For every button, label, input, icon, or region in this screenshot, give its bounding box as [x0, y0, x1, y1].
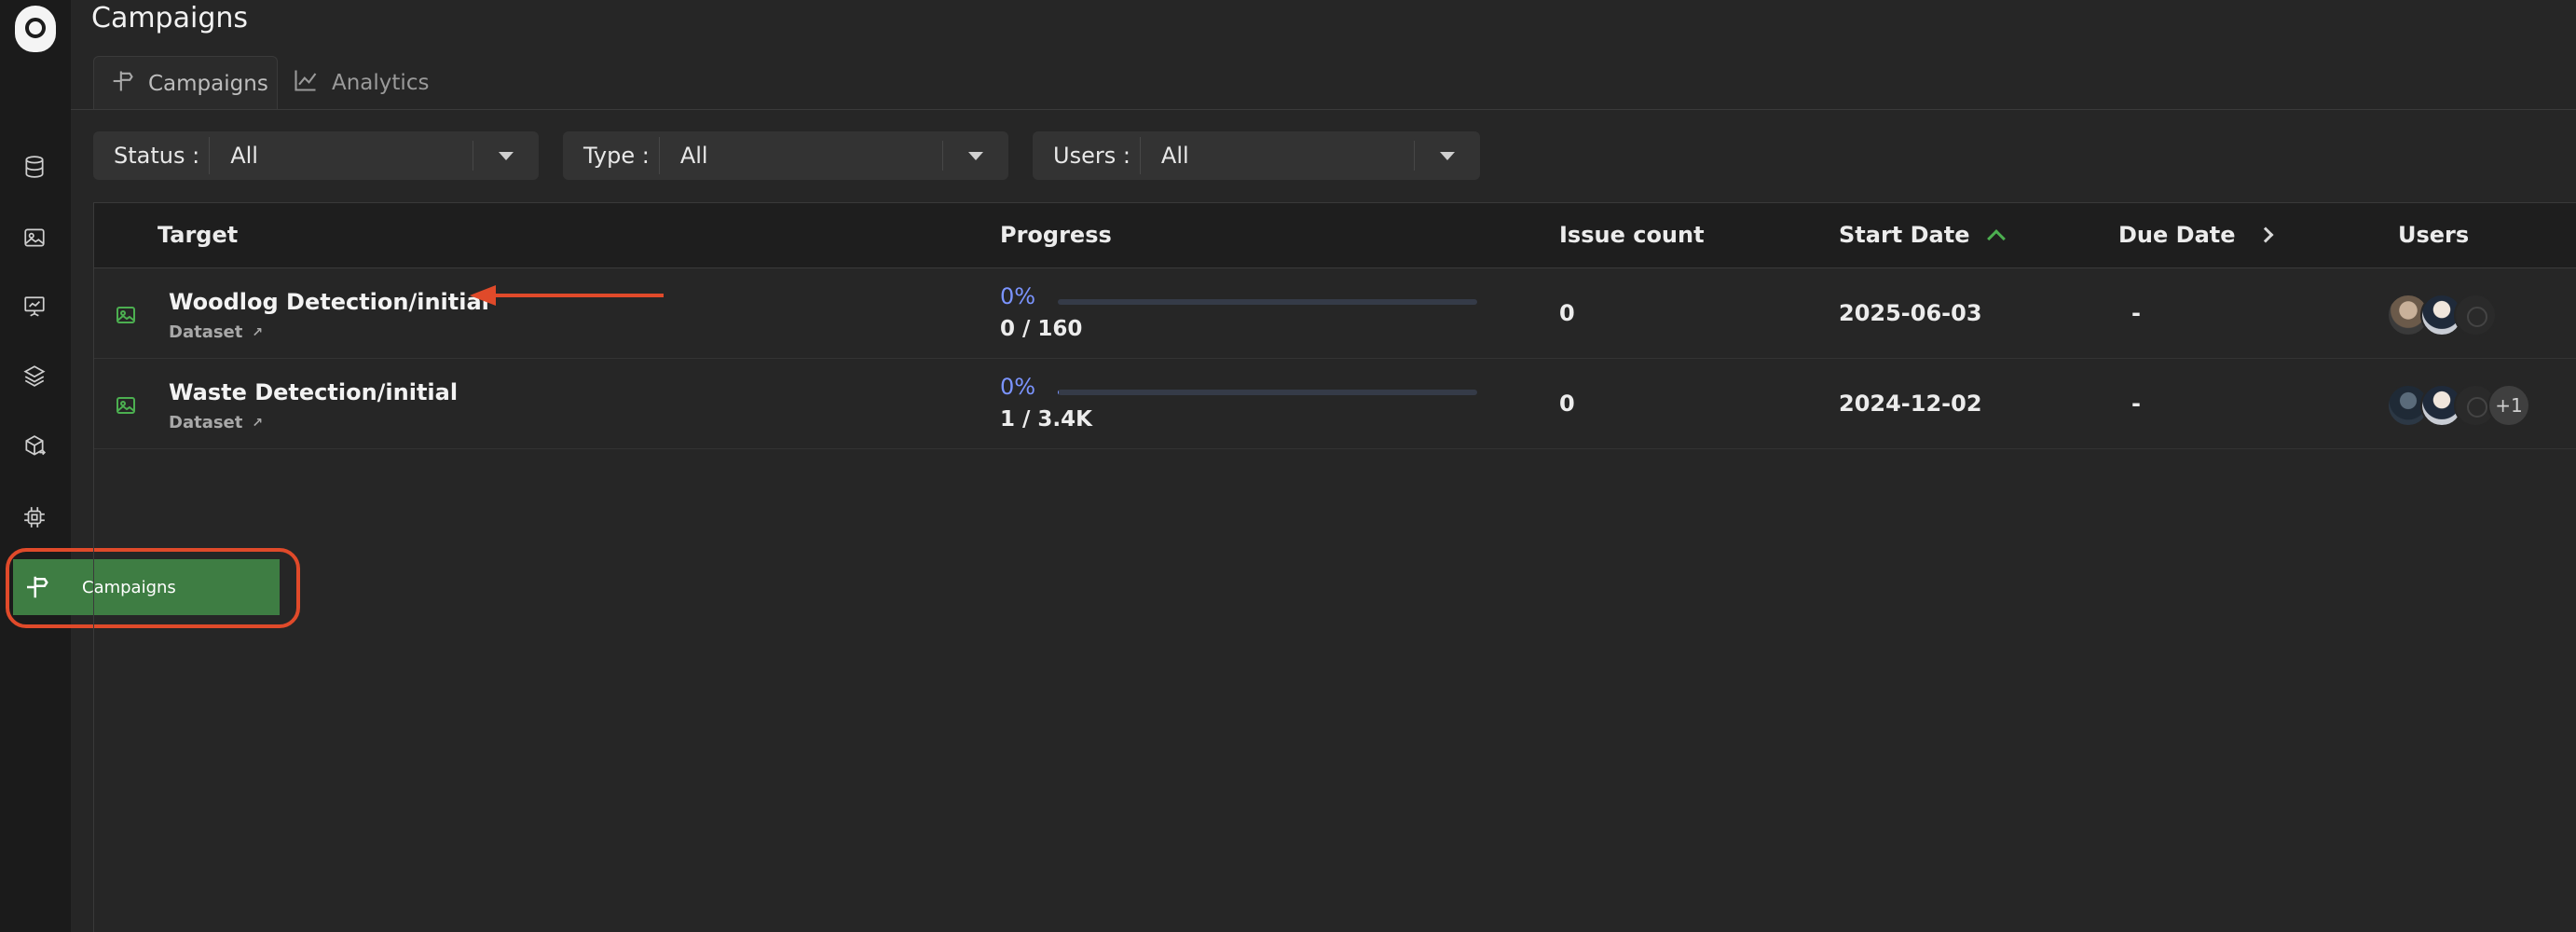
type-filter-label: Type :	[583, 143, 650, 169]
avatar[interactable]	[2454, 294, 2497, 336]
start-date: 2024-12-02	[1839, 391, 1982, 417]
users-filter-label: Users :	[1053, 143, 1130, 169]
app-logo[interactable]	[15, 6, 56, 52]
progress-bar	[1058, 299, 1477, 305]
box-arrow-icon[interactable]	[22, 434, 47, 459]
dataset-label: Dataset	[169, 322, 243, 342]
presentation-icon[interactable]	[22, 295, 47, 319]
column-header-issue-count[interactable]: Issue count	[1559, 222, 1705, 248]
tab-divider	[71, 109, 2576, 110]
tab-analytics[interactable]: Analytics	[280, 56, 447, 110]
progress-bar	[1058, 390, 1477, 395]
more-users-badge[interactable]: +1	[2487, 384, 2530, 427]
column-header-progress[interactable]: Progress	[1000, 222, 1112, 248]
chip-icon[interactable]	[22, 505, 47, 529]
caret-down-icon[interactable]	[1415, 151, 1480, 160]
external-link-icon: ↗	[252, 324, 264, 340]
status-filter[interactable]: Status : All	[93, 131, 539, 180]
image-icon	[115, 304, 137, 326]
dataset-label: Dataset	[169, 413, 243, 432]
tab-campaigns[interactable]: Campaigns	[93, 56, 278, 110]
signpost-icon	[109, 68, 148, 100]
progress-percent: 0%	[1000, 374, 1036, 400]
arrow-annotation-icon	[470, 285, 664, 306]
external-link-icon: ↗	[252, 415, 264, 431]
progress-ratio: 0 / 160	[1000, 317, 1083, 341]
layers-icon[interactable]	[22, 363, 47, 388]
issue-count: 0	[1559, 300, 1575, 326]
status-filter-label: Status :	[114, 143, 200, 169]
page-title: Campaigns	[91, 2, 249, 34]
campaigns-table: Target Progress Issue count Start Date D…	[93, 202, 2576, 932]
issue-count: 0	[1559, 391, 1575, 417]
sort-ascending-icon[interactable]	[1987, 229, 2007, 248]
column-header-start-date[interactable]: Start Date	[1839, 222, 2007, 248]
tab-label: Campaigns	[148, 71, 268, 96]
target-name[interactable]: Woodlog Detection/initial	[169, 289, 489, 315]
table-header: Target Progress Issue count Start Date D…	[94, 203, 2576, 268]
progress-ratio: 1 / 3.4K	[1000, 407, 1092, 432]
progress-percent: 0%	[1000, 283, 1036, 309]
tab-label: Analytics	[332, 71, 430, 95]
table-row[interactable]: Waste Detection/initial Dataset ↗ 0% 1 /…	[94, 359, 2576, 449]
chart-line-icon	[293, 67, 332, 99]
column-header-target[interactable]: Target	[158, 222, 238, 248]
type-filter[interactable]: Type : All	[563, 131, 1008, 180]
chevron-right-icon[interactable]	[2257, 226, 2274, 243]
users-filter-value[interactable]: All	[1141, 143, 1414, 169]
image-icon	[115, 394, 137, 417]
users-filter[interactable]: Users : All	[1033, 131, 1480, 180]
column-header-users[interactable]: Users	[2398, 222, 2469, 248]
dataset-link[interactable]: Dataset ↗	[169, 413, 263, 432]
image-icon[interactable]	[22, 226, 47, 250]
due-date: -	[2131, 391, 2141, 417]
column-header-label: Due Date	[2118, 222, 2236, 248]
database-icon[interactable]	[22, 155, 47, 179]
due-date: -	[2131, 300, 2141, 326]
column-header-label: Start Date	[1839, 222, 1970, 248]
type-filter-value[interactable]: All	[660, 143, 942, 169]
dataset-link[interactable]: Dataset ↗	[169, 322, 263, 342]
caret-down-icon[interactable]	[473, 151, 539, 160]
start-date: 2025-06-03	[1839, 300, 1982, 326]
column-header-due-date[interactable]: Due Date	[2118, 222, 2274, 248]
target-name[interactable]: Waste Detection/initial	[169, 379, 458, 405]
status-filter-value[interactable]: All	[210, 143, 473, 169]
sidebar	[0, 0, 71, 932]
caret-down-icon[interactable]	[943, 151, 1008, 160]
